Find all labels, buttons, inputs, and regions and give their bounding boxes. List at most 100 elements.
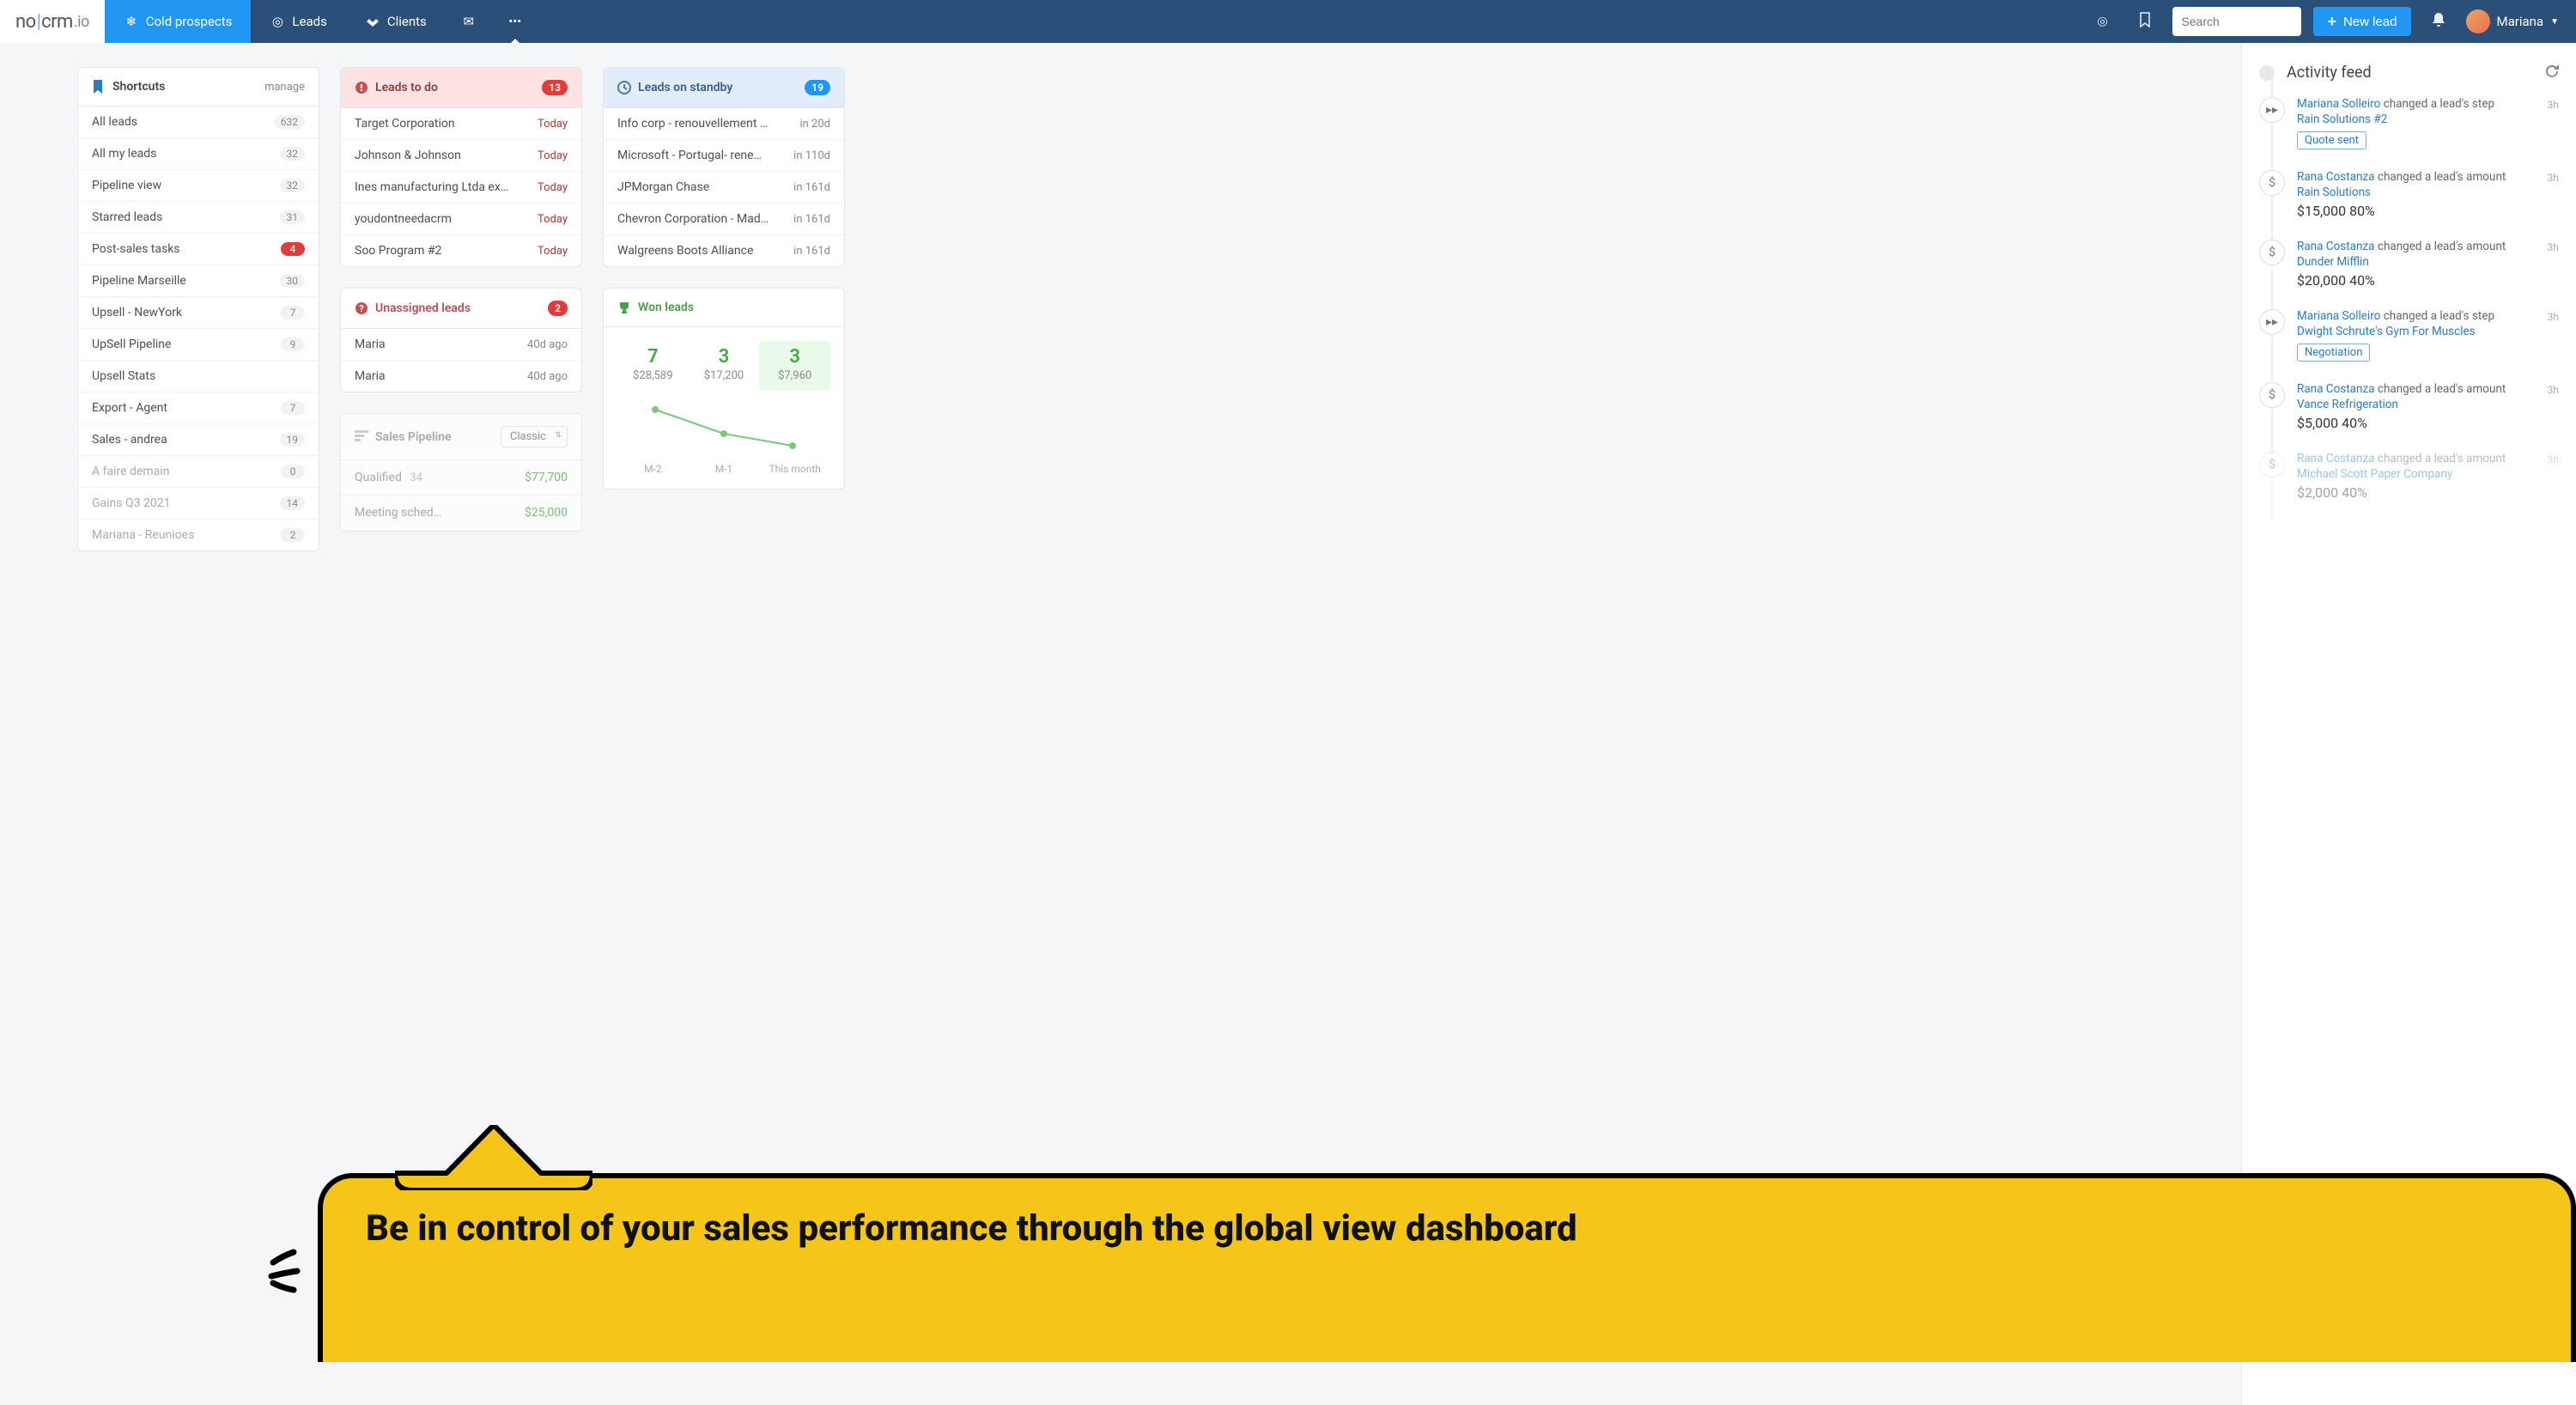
list-item[interactable]: Chevron Corporation - Mad…in 161d — [604, 204, 844, 235]
feed-lead-link[interactable]: Dunder Mifflin — [2297, 255, 2536, 269]
refresh-icon[interactable] — [2545, 64, 2559, 82]
shortcut-item[interactable]: Upsell - NewYork7 — [78, 297, 319, 329]
pipeline-select[interactable]: Classic ⇅ — [501, 426, 568, 447]
list-item[interactable]: JPMorgan Chasein 161d — [604, 172, 844, 204]
card-title-text: Shortcuts — [112, 80, 165, 94]
tab-cold-prospects[interactable]: ❄ Cold prospects — [105, 0, 252, 43]
list-item[interactable]: Maria40d ago — [341, 329, 581, 361]
item-meta: Today — [538, 118, 568, 131]
won-period-label: M-1 — [689, 463, 760, 475]
feed-item[interactable]: $Rana Costanza changed a lead's amountMi… — [2259, 452, 2559, 501]
feed-text: Rana Costanza changed a lead's amount — [2297, 240, 2536, 253]
won-leads-card: Won leads 7$28,5893$17,2003$7,960 M-2M-1… — [603, 288, 845, 490]
feed-lead-link[interactable]: Vance Refrigeration — [2297, 398, 2536, 411]
search-box[interactable] — [2172, 7, 2301, 36]
shortcut-item[interactable]: Pipeline view32 — [78, 170, 319, 202]
dollar-icon: $ — [2259, 382, 2285, 408]
shortcut-item[interactable]: Gains Q3 202114 — [78, 488, 319, 520]
item-meta: in 161d — [793, 245, 830, 258]
shortcut-item[interactable]: A faire demain0 — [78, 456, 319, 488]
tab-clients[interactable]: Clients — [346, 0, 446, 43]
shortcut-item[interactable]: Mariana - Reunioes2 — [78, 520, 319, 550]
feed-item[interactable]: $Rana Costanza changed a lead's amountDu… — [2259, 240, 2559, 289]
pipe-label: Qualified 34 — [355, 471, 422, 484]
feed-amount: $2,000 40% — [2297, 484, 2536, 501]
shortcut-label: All leads — [92, 115, 137, 129]
count-pill: 7 — [281, 401, 305, 415]
goals-button[interactable]: ◎ — [2087, 6, 2117, 37]
feed-body: Rana Costanza changed a lead's amountVan… — [2297, 382, 2536, 431]
list-item[interactable]: Johnson & JohnsonToday — [341, 140, 581, 172]
logo[interactable]: no|crm.io — [0, 0, 105, 43]
tab-more[interactable]: ••• — [492, 0, 538, 43]
feed-text: Rana Costanza changed a lead's amount — [2297, 170, 2536, 184]
feed-time: 3h — [2548, 99, 2559, 111]
feed-header: Activity feed — [2259, 64, 2559, 82]
card-title-text: Unassigned leads — [375, 301, 471, 315]
won-count: 3 — [759, 346, 830, 368]
forward-icon: ▸▸ — [2259, 97, 2285, 123]
forward-icon: ▸▸ — [2259, 309, 2285, 335]
won-amount: $28,589 — [617, 369, 689, 382]
notifications-button[interactable] — [2423, 6, 2454, 37]
list-item[interactable]: Ines manufacturing Ltda ex…Today — [341, 172, 581, 204]
feed-amount: $5,000 40% — [2297, 415, 2536, 431]
list-item[interactable]: youdontneedacrmToday — [341, 204, 581, 235]
item-label: Maria — [355, 369, 386, 383]
pipeline-row[interactable]: Qualified 34$77,700 — [341, 460, 581, 496]
feed-item[interactable]: $ Rana Costanza changed a lead's amountVa… — [2259, 382, 2559, 431]
pipeline-row[interactable]: Meeting sched…$25,000 — [341, 496, 581, 531]
target-icon: ◎ — [2097, 15, 2107, 28]
manage-link[interactable]: manage — [264, 81, 305, 94]
user-menu[interactable]: Mariana ▼ — [2466, 9, 2560, 33]
shortcut-label: Sales - andrea — [92, 433, 167, 447]
count-badge: 2 — [548, 301, 568, 316]
bookmark-button[interactable] — [2129, 6, 2160, 37]
feed-lead-link[interactable]: Dwight Schrute's Gym For Muscles — [2297, 325, 2536, 338]
tab-label: Leads — [292, 14, 326, 29]
feed-lead-link[interactable]: Rain Solutions — [2297, 186, 2536, 199]
pipe-amount: $25,000 — [525, 506, 568, 520]
shortcut-label: Gains Q3 2021 — [92, 496, 170, 510]
shortcut-item[interactable]: Post-sales tasks4 — [78, 234, 319, 265]
shortcut-item[interactable]: UpSell Pipeline9 — [78, 329, 319, 361]
item-label: Johnson & Johnson — [355, 149, 461, 162]
item-label: Maria — [355, 338, 386, 351]
tab-mail[interactable]: ✉ — [446, 0, 492, 43]
count-pill: 632 — [274, 115, 305, 129]
feed-lead-link[interactable]: Rain Solutions #2 — [2297, 113, 2536, 126]
feed-item[interactable]: $Rana Costanza changed a lead's amountRa… — [2259, 170, 2559, 219]
shortcut-item[interactable]: Sales - andrea19 — [78, 424, 319, 456]
trophy-icon — [617, 301, 631, 314]
shortcut-item[interactable]: Upsell Stats — [78, 361, 319, 392]
won-labels: M-2M-1This month — [617, 463, 830, 475]
shortcut-item[interactable]: All leads 632 — [78, 106, 319, 138]
feed-body: Rana Costanza changed a lead's amount Dun… — [2297, 240, 2536, 289]
list-item[interactable]: Info corp - renouvellement …in 20d — [604, 108, 844, 140]
bookmark-icon — [92, 80, 106, 94]
logo-part: .io — [74, 13, 89, 31]
card-title-text: Leads to do — [375, 81, 438, 94]
feed-list: ▸▸Mariana Solleiro changed a lead's step… — [2259, 97, 2559, 501]
logo-separator: | — [37, 11, 40, 33]
new-lead-button[interactable]: + New lead — [2313, 7, 2410, 36]
tab-leads[interactable]: ◎ Leads — [251, 0, 345, 43]
list-item[interactable]: Soo Program #2Today — [341, 235, 581, 266]
help-icon: ? — [355, 301, 368, 315]
list-item[interactable]: Microsoft - Portugal- rene…in 110d — [604, 140, 844, 172]
list-item[interactable]: Target CorporationToday — [341, 108, 581, 140]
shortcut-item[interactable]: All my leads32 — [78, 138, 319, 170]
user-name: Mariana — [2497, 14, 2544, 29]
list-item[interactable]: Maria40d ago — [341, 361, 581, 392]
won-count: 7 — [617, 346, 689, 368]
card-header: Leads to do 13 — [341, 68, 581, 108]
feed-lead-link[interactable]: Michael Scott Paper Company — [2297, 467, 2536, 481]
feed-item[interactable]: ▸▸Mariana Solleiro changed a lead's step… — [2259, 309, 2559, 362]
feed-item[interactable]: ▸▸Mariana Solleiro changed a lead's step… — [2259, 97, 2559, 149]
shortcut-item[interactable]: Pipeline Marseille30 — [78, 265, 319, 297]
shortcut-item[interactable]: Export - Agent7 — [78, 392, 319, 424]
list-item[interactable]: Walgreens Boots Alliancein 161d — [604, 235, 844, 266]
shortcut-item[interactable]: Starred leads31 — [78, 202, 319, 234]
won-amount: $7,960 — [759, 369, 830, 382]
logo-part: no — [15, 11, 36, 33]
